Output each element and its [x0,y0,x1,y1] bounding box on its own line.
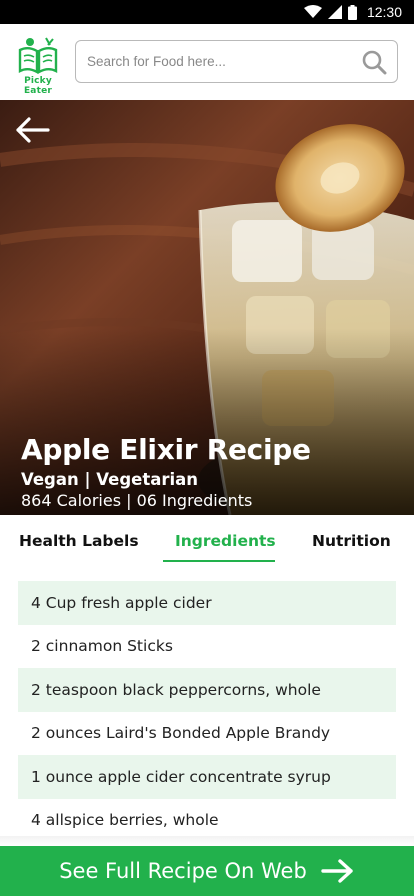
logo-text: Picky Eater [23,76,53,96]
recipe-hero: Apple Elixir Recipe Vegan | Vegetarian 8… [0,100,414,515]
search-icon[interactable] [361,49,387,75]
diet-labels: Vegan | Vegetarian [21,470,199,489]
status-time: 12:30 [366,4,402,20]
ingredient-list: 4 Cup fresh apple cider 2 cinnamon Stick… [18,581,396,842]
list-item: 4 Cup fresh apple cider [18,581,396,625]
arrow-right-icon [321,859,353,883]
signal-icon [327,5,342,19]
recipe-summary: Apple Elixir Recipe Vegan | Vegetarian 8… [21,433,311,510]
tab-health-labels[interactable]: Health Labels [19,532,139,550]
status-bar: 12:30 [0,0,414,24]
list-item: 2 cinnamon Sticks [18,624,396,668]
list-item: 1 ounce apple cider concentrate syrup [18,755,396,799]
status-icons: 12:30 [303,3,402,21]
recipe-title: Apple Elixir Recipe [21,433,311,466]
search-input[interactable] [87,41,357,81]
active-tab-indicator [163,560,275,562]
cta-label: See Full Recipe On Web [59,859,307,883]
back-arrow-icon[interactable] [14,116,50,144]
recipe-meta: 864 Calories | 06 Ingredients [21,491,253,510]
search-box[interactable] [75,40,398,83]
see-full-recipe-button[interactable]: See Full Recipe On Web [0,846,414,896]
recipe-tabs: Health Labels Ingredients Nutrition [0,515,414,567]
tab-ingredients[interactable]: Ingredients [175,532,276,550]
app-header: Picky Eater [0,24,414,100]
wifi-icon [303,5,322,18]
picky-eater-logo[interactable]: Picky Eater [10,36,66,96]
list-item: 2 ounces Laird's Bonded Apple Brandy [18,711,396,755]
book-logo-icon [18,37,58,75]
footer-divider [0,836,414,846]
tab-nutrition[interactable]: Nutrition [312,532,391,550]
list-item: 2 teaspoon black peppercorns, whole [18,668,396,712]
battery-icon [347,4,357,20]
